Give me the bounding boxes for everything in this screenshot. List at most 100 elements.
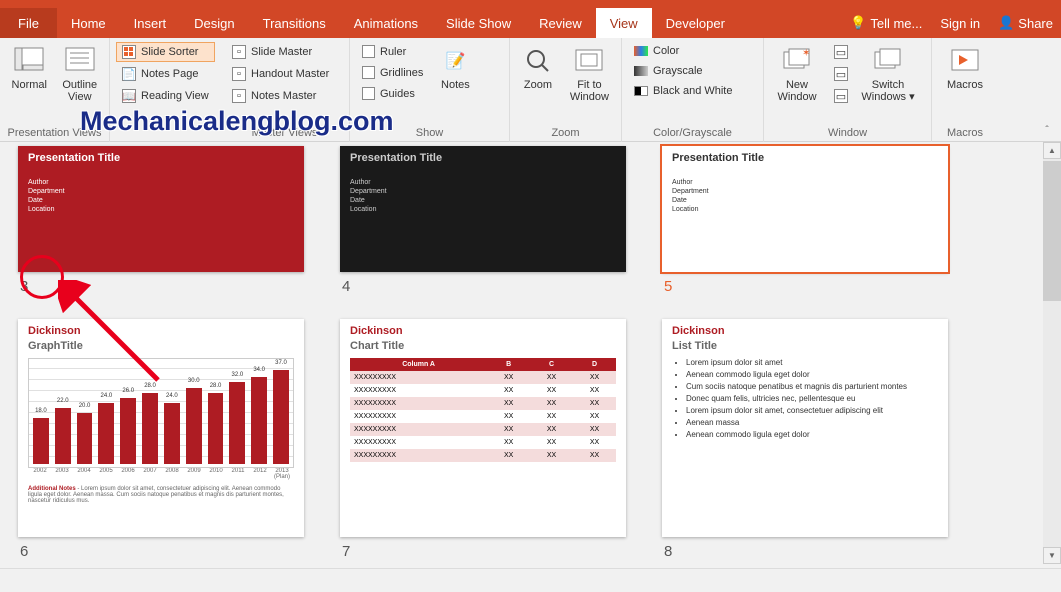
insert-tab[interactable]: Insert <box>120 8 181 38</box>
slide-thumb-3[interactable]: Presentation Title Author Department Dat… <box>18 146 304 272</box>
status-bar <box>0 568 1061 592</box>
vertical-scrollbar[interactable]: ▲ ▼ <box>1043 142 1061 564</box>
handout-master-button[interactable]: ▫Handout Master <box>226 64 335 84</box>
handout-master-icon: ▫ <box>232 67 246 81</box>
group-label-pres-views: Presentation Views <box>6 124 103 142</box>
fit-window-icon <box>573 45 605 77</box>
notes-master-button[interactable]: ▫Notes Master <box>226 86 335 106</box>
slide6-brand: Dickinson <box>28 325 294 337</box>
group-label-master-views: Master Views <box>226 124 343 142</box>
new-window-icon: ✶ <box>781 45 813 77</box>
slide-number-6: 6 <box>20 543 304 560</box>
outline-view-button[interactable]: OutlineView <box>57 40 104 122</box>
home-tab[interactable]: Home <box>57 8 120 38</box>
group-label-show: Show <box>356 124 503 142</box>
split-icon: ▭ <box>834 89 848 103</box>
notes-master-icon: ▫ <box>232 89 246 103</box>
chevron-down-icon: ▾ <box>909 91 915 103</box>
gray-swatch-icon <box>634 66 648 76</box>
svg-text:✶: ✶ <box>802 48 810 59</box>
share-button[interactable]: 👤Share <box>990 15 1061 31</box>
zoom-icon <box>522 45 554 77</box>
normal-view-button[interactable]: Normal <box>6 40 53 122</box>
slide6-title: GraphTitle <box>28 340 294 352</box>
slide-number-7: 7 <box>342 543 626 560</box>
slide6-chart: 18.022.020.024.026.028.024.030.028.032.0… <box>28 358 294 468</box>
cascade-button[interactable]: ▭ <box>828 64 854 84</box>
scroll-up-button[interactable]: ▲ <box>1043 142 1061 159</box>
scroll-track[interactable] <box>1043 159 1061 547</box>
slide-sorter-icon <box>122 45 136 59</box>
switch-windows-button[interactable]: SwitchWindows ▾ <box>858 40 918 122</box>
notes-button[interactable]: 📝 Notes <box>433 40 477 122</box>
normal-view-icon <box>13 45 45 77</box>
slide-thumb-4[interactable]: Presentation Title Author Department Dat… <box>340 146 626 272</box>
checkbox-icon <box>362 87 375 100</box>
developer-tab[interactable]: Developer <box>652 8 739 38</box>
collapse-ribbon-button[interactable]: ˆ <box>1037 121 1057 139</box>
slide-number-5: 5 <box>664 278 948 295</box>
notes-page-button[interactable]: 📄Notes Page <box>116 64 215 84</box>
arrange-icon: ▭ <box>834 45 848 59</box>
slide3-info: Author Department Date Location <box>28 178 294 214</box>
arrange-all-button[interactable]: ▭ <box>828 42 854 62</box>
slide4-title: Presentation Title <box>350 152 616 164</box>
cascade-icon: ▭ <box>834 67 848 81</box>
bw-swatch-icon <box>634 86 648 96</box>
slide-thumb-8[interactable]: Dickinson List Title Lorem ipsum dolor s… <box>662 319 948 537</box>
slide5-info: Author Department Date Location <box>672 178 938 214</box>
guides-checkbox[interactable]: Guides <box>356 84 429 103</box>
scroll-down-button[interactable]: ▼ <box>1043 547 1061 564</box>
slide-sorter-button[interactable]: Slide Sorter <box>116 42 215 62</box>
ribbon: Normal OutlineView Presentation Views Sl… <box>0 38 1061 142</box>
tell-me[interactable]: 💡Tell me... <box>842 15 930 31</box>
transitions-tab[interactable]: Transitions <box>249 8 340 38</box>
fit-to-window-button[interactable]: Fit toWindow <box>564 40 615 122</box>
black-white-button[interactable]: Black and White <box>628 82 738 100</box>
slide-thumb-5[interactable]: Presentation Title Author Department Dat… <box>662 146 948 272</box>
macros-button[interactable]: Macros <box>938 40 992 122</box>
design-tab[interactable]: Design <box>180 8 248 38</box>
color-button[interactable]: Color <box>628 42 738 60</box>
user-icon: 👤 <box>998 15 1014 31</box>
title-bar <box>0 0 1061 8</box>
move-split-button[interactable]: ▭ <box>828 86 854 106</box>
slide7-title: Chart Title <box>350 340 616 352</box>
slide-number-3: 3 <box>20 278 304 295</box>
slide5-title: Presentation Title <box>672 152 938 164</box>
slide-master-button[interactable]: ▫Slide Master <box>226 42 335 62</box>
slide-number-8: 8 <box>664 543 948 560</box>
notes-page-icon: 📄 <box>122 67 136 81</box>
switch-windows-icon <box>872 45 904 77</box>
group-label-window: Window <box>770 124 925 142</box>
slide-master-icon: ▫ <box>232 45 246 59</box>
checkbox-icon <box>362 45 375 58</box>
slide8-title: List Title <box>672 340 938 352</box>
slideshow-tab[interactable]: Slide Show <box>432 8 525 38</box>
gridlines-checkbox[interactable]: Gridlines <box>356 63 429 82</box>
group-label-color: Color/Grayscale <box>628 124 757 142</box>
animations-tab[interactable]: Animations <box>340 8 432 38</box>
new-window-button[interactable]: ✶ NewWindow <box>770 40 824 122</box>
slide4-info: Author Department Date Location <box>350 178 616 214</box>
file-tab[interactable]: File <box>0 8 57 38</box>
slide-number-4: 4 <box>342 278 626 295</box>
zoom-button[interactable]: Zoom <box>516 40 560 122</box>
reading-view-button[interactable]: 📖Reading View <box>116 86 215 106</box>
slide3-title: Presentation Title <box>28 152 294 164</box>
macros-icon <box>949 45 981 77</box>
scroll-thumb[interactable] <box>1043 161 1061 301</box>
notes-icon: 📝 <box>439 45 471 77</box>
slide-thumb-7[interactable]: Dickinson Chart Title Column ABCD XXXXXX… <box>340 319 626 537</box>
review-tab[interactable]: Review <box>525 8 596 38</box>
group-label-zoom: Zoom <box>516 124 615 142</box>
slide-thumb-6[interactable]: Dickinson GraphTitle 18.022.020.024.026.… <box>18 319 304 537</box>
group-label-macros: Macros <box>938 124 992 142</box>
slide8-list: Lorem ipsum dolor sit amet Aenean commod… <box>672 358 938 439</box>
grayscale-button[interactable]: Grayscale <box>628 62 738 80</box>
bulb-icon: 💡 <box>850 15 866 31</box>
view-tab[interactable]: View <box>596 8 652 38</box>
ruler-checkbox[interactable]: Ruler <box>356 42 429 61</box>
sign-in[interactable]: Sign in <box>932 16 988 31</box>
slide7-brand: Dickinson <box>350 325 616 337</box>
